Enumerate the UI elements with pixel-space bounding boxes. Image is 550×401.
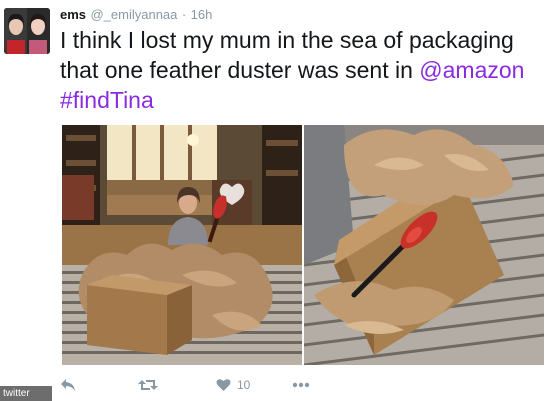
avatar[interactable] [4, 8, 50, 54]
tweet-header: ems @_emilyannaa · 16h [60, 6, 212, 24]
user-handle[interactable]: @_emilyannaa [90, 7, 177, 22]
mention-link[interactable]: @amazon [419, 57, 524, 83]
timestamp[interactable]: 16h [191, 7, 213, 22]
watermark-label: twitter [3, 388, 30, 399]
hashtag-link[interactable]: #findTina [60, 87, 154, 113]
like-button[interactable]: 10 [216, 374, 250, 396]
heart-icon [216, 379, 231, 391]
photo-living-room-image [62, 125, 302, 365]
media-grid [62, 125, 544, 365]
like-count: 10 [237, 378, 251, 392]
reply-button[interactable] [60, 374, 76, 396]
separator-dot: · [181, 7, 187, 22]
photo-box-closeup-image [304, 125, 544, 365]
more-button[interactable] [292, 374, 310, 396]
twitter-watermark: twitter [0, 386, 52, 401]
reply-icon [61, 379, 75, 391]
avatar-image [4, 8, 50, 54]
photo-living-room[interactable] [62, 125, 302, 365]
tweet-text: I think I lost my mum in the sea of pack… [60, 25, 540, 115]
photo-box-closeup[interactable] [304, 125, 544, 365]
tweet-card: ems @_emilyannaa · 16h I think I lost my… [0, 0, 550, 401]
retweet-button[interactable] [138, 374, 158, 396]
display-name[interactable]: ems [60, 7, 86, 22]
more-dots-icon [292, 382, 310, 388]
tweet-actions: 10 [60, 374, 360, 396]
retweet-icon [138, 380, 158, 390]
